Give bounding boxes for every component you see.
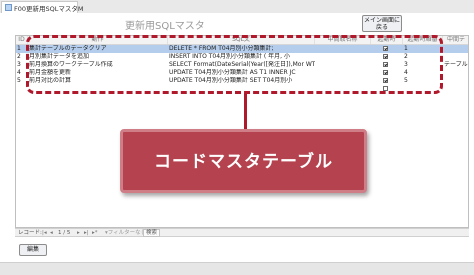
- record-navigation-bar: レコード: |◂ ◂ 1 / 5 ▸ ▸| ▸* ▾フィルターなし 検索: [15, 228, 469, 237]
- next-record-icon[interactable]: ▸: [77, 229, 80, 237]
- record-position[interactable]: 1 / 5: [58, 229, 70, 237]
- callout-text: コードマスタテーブル: [154, 152, 333, 172]
- cell-extra[interactable]: [443, 53, 468, 61]
- cell-extra[interactable]: [443, 69, 468, 77]
- filter-status[interactable]: ▾フィルターなし: [105, 229, 146, 237]
- back-to-main-button[interactable]: メイン画面に 戻る: [362, 15, 402, 32]
- tab-form[interactable]: F00更新用SQLマスタM: [1, 1, 83, 13]
- new-record-icon[interactable]: ▸*: [92, 229, 98, 237]
- cell-extra[interactable]: テーブル: [443, 61, 468, 69]
- cell-extra[interactable]: [443, 77, 468, 85]
- cell-extra[interactable]: [443, 45, 468, 53]
- prev-record-icon[interactable]: ◂: [50, 229, 53, 237]
- search-box[interactable]: 検索: [143, 229, 161, 237]
- callout-box: コードマスタテーブル: [120, 129, 367, 193]
- callout-connector-line: [244, 93, 247, 129]
- highlight-rows-annotation: [26, 35, 443, 94]
- col-header-extra[interactable]: 中間テ: [443, 36, 468, 44]
- filter-label: フィルターなし: [107, 230, 147, 236]
- record-label: レコード:: [18, 230, 42, 236]
- status-bar: [0, 262, 474, 275]
- first-record-icon[interactable]: |◂: [42, 229, 47, 237]
- edit-button[interactable]: 編集: [19, 244, 47, 256]
- tab-bar: F00更新用SQLマスタM: [0, 0, 474, 14]
- form-title: 更新用SQLマスタ: [125, 21, 205, 32]
- tab-label: F00更新用SQLマスタM: [14, 5, 84, 13]
- last-record-icon[interactable]: ▸|: [84, 229, 89, 237]
- form-icon: [5, 4, 12, 11]
